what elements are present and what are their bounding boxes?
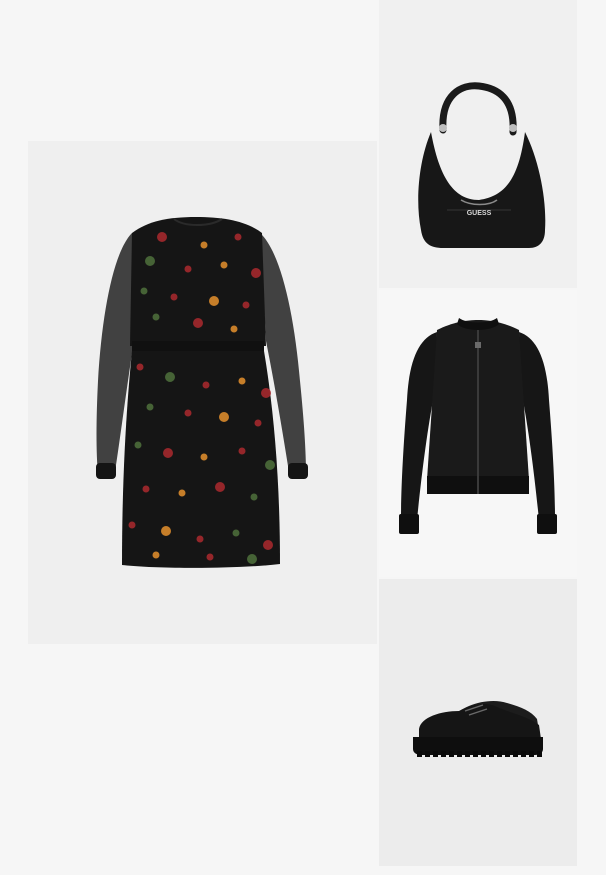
dress-flower-print <box>215 482 225 492</box>
dress-flower-print <box>193 318 203 328</box>
sole-lug <box>417 751 422 757</box>
bomber-jacket-image <box>399 318 557 534</box>
dress-flower-print <box>263 540 273 550</box>
dress-flower-print <box>230 325 238 333</box>
dress-flower-print <box>163 448 173 458</box>
dress-flower-print <box>196 535 204 543</box>
dress-flower-print <box>232 529 240 537</box>
shoulder-bag-image: GUESS <box>418 82 546 248</box>
dress-flower-print <box>261 388 271 398</box>
dress-flower-print <box>184 265 192 273</box>
dress-flower-print <box>145 256 155 266</box>
dress-flower-print <box>146 403 154 411</box>
dress-flower-print <box>161 526 171 536</box>
sole-lug <box>473 751 478 757</box>
dress-flower-print <box>140 287 148 295</box>
sole-lug <box>441 751 446 757</box>
dress-flower-print <box>157 232 167 242</box>
dress-flower-print <box>219 412 229 422</box>
dress-flower-print <box>209 296 219 306</box>
sole-lug <box>497 751 502 757</box>
dress-flower-print <box>152 551 160 559</box>
dress-flower-print <box>184 409 192 417</box>
dress-flower-print <box>238 447 246 455</box>
bag-logo-text: GUESS <box>467 210 492 217</box>
product-tile-shoes[interactable] <box>379 579 577 866</box>
sole-lug <box>513 751 518 757</box>
product-tile-dress[interactable] <box>28 141 377 644</box>
sole-lug <box>529 751 534 757</box>
sole-lug <box>457 751 462 757</box>
dress-flower-print <box>142 485 150 493</box>
dress-flower-print <box>200 241 208 249</box>
dress-flower-print <box>254 419 262 427</box>
sole-lug <box>505 751 510 757</box>
sole-lug <box>489 751 494 757</box>
sole-lug <box>433 751 438 757</box>
dress-flower-print <box>202 381 210 389</box>
dress-flower-print <box>128 521 136 529</box>
sole-lug <box>521 751 526 757</box>
floral-dress-image <box>96 217 308 568</box>
sole-lug <box>425 751 430 757</box>
dress-flower-print <box>152 313 160 321</box>
dress-flower-print <box>136 363 144 371</box>
dress-flower-print <box>220 261 228 269</box>
dress-flower-print <box>206 553 214 561</box>
dress-flower-print <box>200 453 208 461</box>
dress-flower-print <box>165 372 175 382</box>
sole-lug <box>465 751 470 757</box>
dress-flower-print <box>178 489 186 497</box>
dress-flower-print <box>265 460 275 470</box>
dress-flower-print <box>242 301 250 309</box>
dress-flower-print <box>234 233 242 241</box>
sole-lug <box>481 751 486 757</box>
product-tile-jacket[interactable] <box>379 290 577 577</box>
sole-lug <box>537 751 542 757</box>
dress-flower-print <box>238 377 246 385</box>
dress-flower-print <box>134 441 142 449</box>
dress-flower-print <box>170 293 178 301</box>
sole-lug <box>449 751 454 757</box>
product-tile-bag[interactable]: GUESS <box>379 0 577 288</box>
dress-flower-print <box>251 268 261 278</box>
chunky-loafer-image <box>413 700 543 757</box>
dress-flower-print <box>250 493 258 501</box>
dress-flower-print <box>247 554 257 564</box>
